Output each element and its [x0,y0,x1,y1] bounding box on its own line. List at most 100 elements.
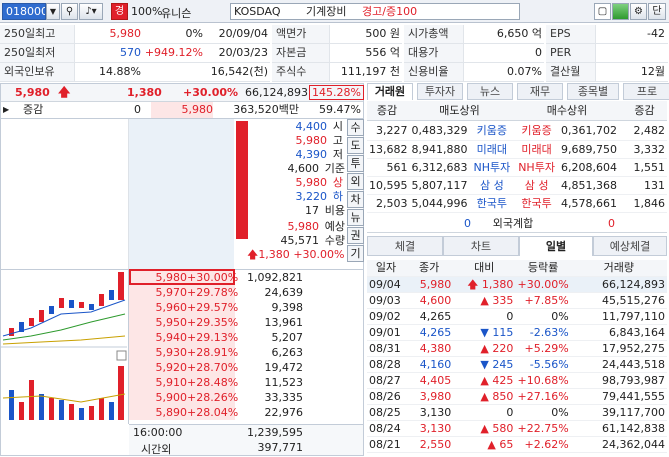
info-label: 주식수 [272,63,330,82]
tab-broker[interactable]: 거래원 [367,83,413,100]
bid-row[interactable]: 5,900 +28.26% 33,335 [129,390,363,405]
info-value: 0% [143,25,205,44]
tab-trades[interactable]: 체결 [367,236,443,256]
bid-row[interactable]: 5,930 +28.91% 6,263 [129,345,363,360]
code-dropdown-button[interactable]: ▼ [46,3,60,20]
daily-close: 4,160 [405,356,454,373]
daily-row[interactable]: 08/31 4,380 ▲ 220 +5.29% 17,952,275 [367,340,667,357]
daily-row[interactable]: 08/26 3,980 ▲ 850 +27.16% 79,441,555 [367,388,667,405]
daily-row[interactable]: 08/27 4,405 ▲ 425 +10.68% 98,793,987 [367,372,667,389]
tab-chart[interactable]: 차트 [443,236,519,256]
bid-qty: 33,335 [264,391,304,404]
top-toolbar: 018000 ▼ ⚲ ♪▾ 경 100% 유니슨 KOSDAQ 기계장비 경고/… [0,0,669,23]
daily-row[interactable]: 09/03 4,600 ▲ 335 +7.85% 45,515,276 [367,292,667,309]
tab-item[interactable]: 프로 [623,83,669,100]
side-button[interactable]: 뉴 [347,209,364,226]
daily-rate: +27.16% [515,388,571,405]
up-triangle-icon: ▲ [487,437,496,451]
gear-icon[interactable]: ⚙ [630,3,647,20]
down-triangle-icon: ▼ [480,357,489,371]
bid-row[interactable]: 5,920 +28.70% 19,472 [129,360,363,375]
speaker-icon[interactable]: ♪▾ [79,3,103,20]
upper-label: 상 [332,176,343,189]
sell-qty: 6,312,683 [409,158,470,177]
info-date: 20/03/23 [205,44,270,63]
broker-row[interactable]: 10,595 5,807,117 삼 성삼 성 4,851,368 131 [367,176,667,195]
daily-close: 4,265 [405,324,454,341]
bid-row[interactable]: 5,890 +28.04% 22,976 [129,405,363,420]
page-icon[interactable]: ▢ [594,3,611,20]
side-button[interactable]: 수 [347,119,364,136]
info-label: 시가총액 [404,25,464,44]
bid-row[interactable]: 5,910 +28.48% 11,523 [129,375,363,390]
daily-volume: 24,362,044 [570,436,667,453]
tab-item[interactable]: 뉴스 [467,83,513,100]
total-bid-qty: 1,239,595 [247,426,303,439]
bid-row[interactable]: 5,940 +29.13% 5,207 [129,330,363,345]
side-button[interactable]: 차 [347,191,364,208]
low-price: 4,390 [295,148,328,161]
info-label: 대용가 [404,44,464,63]
side-button[interactable]: 기 [347,245,364,262]
warning-badge: 경 [111,3,128,20]
search-icon[interactable]: ⚲ [61,3,78,20]
daily-volume: 11,797,110 [570,308,667,325]
trade-amount: 363,520백만 [233,103,299,116]
side-button[interactable]: 도 [347,137,364,154]
quote-line: 5,980 🡅 1,380 +30.00% 66,124,893 145.28% [1,84,364,102]
info-value: 16,542(천) [143,63,270,82]
bid-row[interactable]: 5,970 +29.78% 24,639 [129,285,363,300]
side-button[interactable]: 외 [347,173,364,190]
daily-row[interactable]: 09/04 5,980 🡅 1,380 +30.00% 66,124,893 [367,276,667,293]
daily-row[interactable]: 08/21 2,550 ▲ 65 +2.62% 24,362,044 [367,436,667,453]
tab-item[interactable]: 종목별 [567,83,619,100]
daily-row[interactable]: 08/24 3,130 ▲ 580 +22.75% 61,142,838 [367,420,667,437]
bid-rate: +29.78% [187,285,239,300]
tab-daily[interactable]: 일별 [519,236,593,256]
bid-row[interactable]: 5,960 +29.57% 9,398 [129,300,363,315]
broker-row[interactable]: 13,682 8,941,880 미래대 미래대 9,689,750 3,332 [367,140,667,159]
info-label: 액면가 [272,25,330,44]
bid-row[interactable]: 5,980 +30.00% 1,092,821 [129,270,363,285]
daily-change: 425 [492,373,514,387]
daily-row[interactable]: 08/28 4,160 ▼ 245 -5.56% 24,443,518 [367,356,667,373]
green-icon[interactable] [612,3,629,20]
buy-qty: 4,851,368 [558,176,619,195]
open-price: 4,400 [295,120,328,133]
bid-qty: 19,472 [264,361,304,374]
header-rate: 등락률 [515,260,571,277]
sell-change: 10,595 [367,176,410,195]
info-date: 20/09/04 [205,25,270,44]
expected-price: 5,980 [287,220,320,233]
foreign-sell: 0 [464,217,471,230]
info-label: 신용비율 [404,63,464,82]
bid-row[interactable]: 5,950 +29.35% 13,961 [129,315,363,330]
chart-close-icon[interactable] [116,350,127,361]
tab-item[interactable]: 재무 [517,83,563,100]
right-panel: 거래원 투자자 뉴스 재무 종목별 프로 증감 매도상위 매수상위 증감 3,227 0,4… [367,83,669,456]
broker-row[interactable]: 3,227 0,483,329 키움증 키움증 0,361,702 2,482 [367,122,667,141]
daily-change: 1,380 [481,277,514,291]
side-button[interactable]: 투 [347,155,364,172]
collapse-icon[interactable]: ▶ [3,102,9,118]
single-tab-button[interactable]: 단 [648,3,666,20]
bid-price: 5,980 [129,270,187,285]
bid-qty: 6,263 [271,346,304,359]
daily-date: 08/27 [367,372,406,389]
tab-item[interactable]: 투자자 [417,83,463,100]
side-button[interactable]: 권 [347,227,364,244]
info-value: -42 [596,25,668,44]
daily-row[interactable]: 08/25 3,130 0 0% 39,117,700 [367,404,667,421]
low-label: 저 [332,148,343,161]
daily-row[interactable]: 09/01 4,265 ▼ 115 -2.63% 6,843,164 [367,324,667,341]
volume-bar [39,394,44,420]
stock-code-input[interactable]: 018000 [2,3,46,20]
ask-price-column [129,119,234,269]
buy-broker: NH투자 [514,158,559,177]
daily-change: 580 [492,421,514,435]
limit-up-icon: 🡅 [467,277,479,291]
broker-row[interactable]: 2,503 5,044,996 한국투 한국투 4,578,661 1,846 [367,194,667,213]
daily-row[interactable]: 09/02 4,265 0 0% 11,797,110 [367,308,667,325]
broker-row[interactable]: 561 6,312,683 NH투자 NH투자 6,208,604 1,551 [367,158,667,177]
tab-expected[interactable]: 예상체결 [593,236,667,256]
